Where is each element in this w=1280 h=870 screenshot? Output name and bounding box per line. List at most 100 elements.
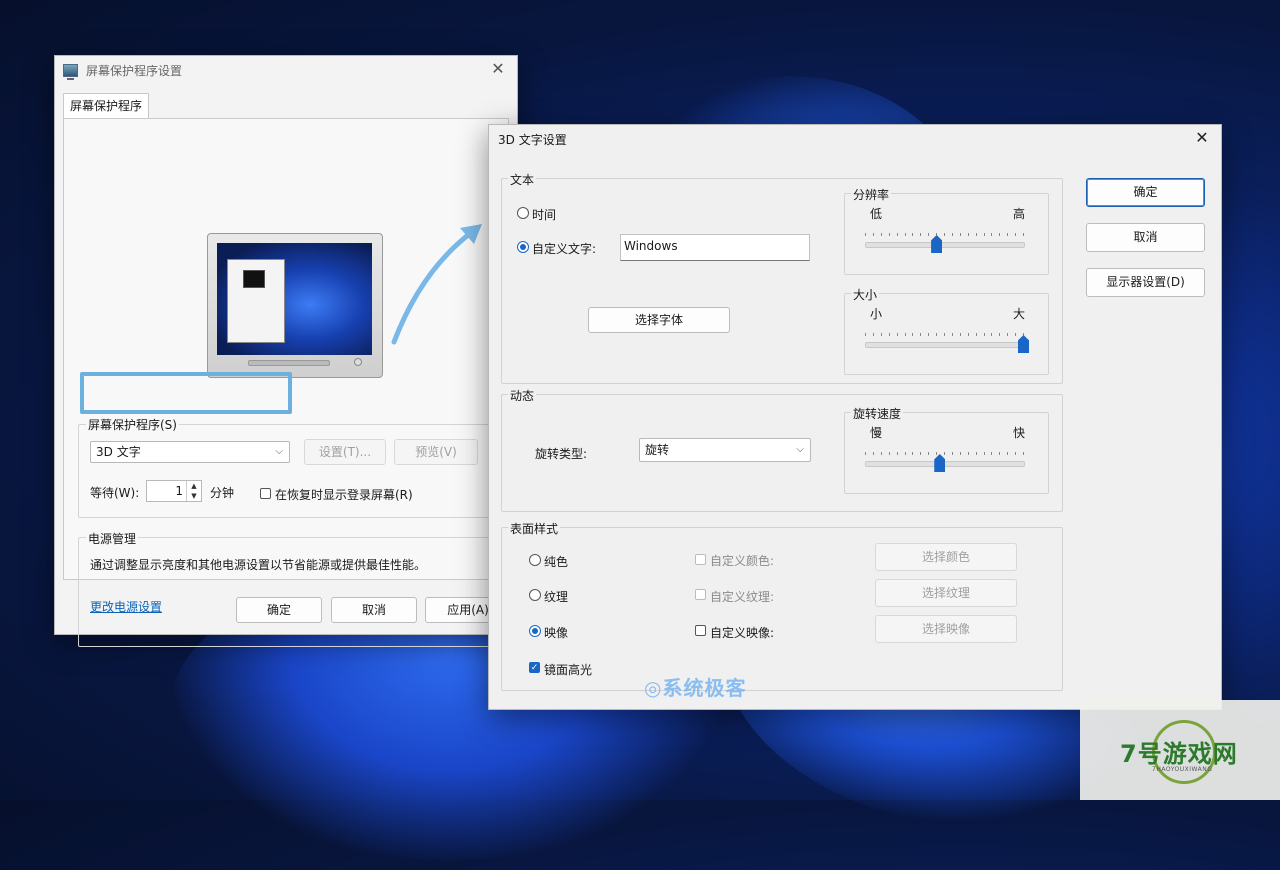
screensaver-select[interactable]: 3D 文字 ⌵	[90, 441, 290, 463]
change-power-settings-link[interactable]: 更改电源设置	[90, 598, 162, 615]
tab-strip: 屏幕保护程序	[63, 93, 150, 118]
slider-tick	[944, 333, 945, 336]
size-large-label: 大	[1013, 307, 1026, 321]
reflection-radio[interactable]	[529, 625, 541, 637]
slider-tick	[872, 233, 874, 236]
custom-texture-label: 自定义纹理:	[710, 590, 775, 604]
preview-button[interactable]: 预览(V)	[394, 439, 478, 465]
custom-color-label: 自定义颜色:	[710, 554, 775, 568]
highlight-box	[80, 372, 292, 414]
size-small-label: 小	[870, 307, 883, 321]
slider-tick	[944, 452, 945, 455]
surface-section-label: 表面样式	[508, 520, 561, 537]
mini-dialog-thumbnail	[227, 259, 285, 343]
slider-tick	[975, 233, 977, 236]
choose-reflection-button[interactable]: 选择映像	[875, 615, 1017, 643]
texture-radio[interactable]	[529, 589, 541, 601]
slider-tick	[959, 333, 961, 336]
corner-logo-subtext: 7HAOYOUXIWANG	[1152, 766, 1213, 773]
corner-logo-text: 7号游戏网	[1120, 740, 1238, 768]
power-description: 通过调整显示亮度和其他电源设置以节省能源或提供最佳性能。	[90, 558, 427, 572]
slider-tick	[1023, 452, 1024, 455]
slider-tick	[904, 333, 906, 336]
solid-radio[interactable]	[529, 554, 541, 566]
size-slider[interactable]	[865, 342, 1025, 348]
slider-tick	[983, 333, 985, 336]
slider-tick	[936, 333, 938, 336]
monitor-icon	[63, 63, 78, 80]
slider-tick	[1023, 233, 1024, 236]
swirl-icon: ◎	[644, 676, 663, 700]
spinner-buttons: ▲ ▼	[186, 481, 201, 501]
slider-tick	[991, 452, 993, 455]
select-value: 3D 文字	[96, 445, 141, 459]
specular-checkbox[interactable]: ✓	[529, 662, 540, 673]
slider-tick	[999, 233, 1001, 236]
rotation-type-select[interactable]: 旋转 ⌵	[639, 438, 811, 462]
wait-value: 1	[175, 484, 183, 498]
custom-text-radio[interactable]	[517, 241, 529, 253]
custom-text-radio-label: 自定义文字:	[532, 242, 597, 256]
resolution-high-label: 高	[1013, 207, 1026, 221]
close-icon[interactable]: ✕	[1193, 129, 1211, 147]
ok-button[interactable]: 确定	[236, 597, 322, 623]
resolution-slider[interactable]	[865, 242, 1025, 248]
slider-tick	[872, 333, 874, 336]
choose-font-button[interactable]: 选择字体	[588, 307, 730, 333]
resolution-low-label: 低	[870, 207, 883, 221]
slider-tick	[928, 233, 930, 236]
spin-up-icon[interactable]: ▲	[187, 481, 201, 491]
slider-tick	[1015, 233, 1017, 236]
slider-tick	[967, 233, 969, 236]
custom-color-checkbox[interactable]	[695, 554, 706, 565]
close-icon[interactable]: ✕	[489, 60, 507, 78]
texture-radio-label: 纹理	[544, 590, 569, 604]
resume-checkbox-label: 在恢复时显示登录屏幕(R)	[275, 488, 413, 502]
chevron-down-icon: ⌵	[275, 446, 283, 457]
choose-texture-button[interactable]: 选择纹理	[875, 579, 1017, 607]
choose-color-button[interactable]: 选择颜色	[875, 543, 1017, 571]
wait-label: 等待(W):	[90, 486, 140, 500]
slider-tick	[936, 452, 938, 455]
cancel-button[interactable]: 取消	[331, 597, 417, 623]
display-settings-button[interactable]: 显示器设置(D)	[1086, 268, 1205, 297]
slider-tick	[991, 333, 993, 336]
slider-tick	[920, 233, 922, 236]
slider-tick	[888, 452, 890, 455]
power-group	[78, 537, 500, 647]
slider-tick	[880, 233, 882, 236]
time-radio-label: 时间	[532, 208, 557, 222]
window-title: 屏幕保护程序设置	[86, 63, 183, 78]
slider-tick	[967, 333, 969, 336]
custom-texture-checkbox[interactable]	[695, 589, 706, 600]
corner-logo: 7号游戏网 7HAOYOUXIWANG	[1080, 700, 1280, 800]
slider-tick	[975, 452, 977, 455]
slider-tick	[896, 333, 898, 336]
spin-down-icon[interactable]: ▼	[187, 491, 201, 501]
cancel-button[interactable]: 取消	[1086, 223, 1205, 252]
wait-spinner[interactable]: 1 ▲ ▼	[146, 480, 202, 502]
text3d-settings-window: 3D 文字设置 ✕ 文本 时间 自定义文字: Windows 选择字体 分辨率 …	[488, 124, 1222, 710]
slider-tick	[912, 233, 914, 236]
slider-tick	[896, 233, 898, 236]
time-radio[interactable]	[517, 207, 529, 219]
slider-tick	[865, 333, 866, 336]
slider-tick	[928, 333, 930, 336]
slider-tick	[865, 452, 866, 455]
slider-tick	[872, 452, 874, 455]
motion-section-label: 动态	[508, 387, 537, 404]
slider-tick	[896, 452, 898, 455]
resume-checkbox[interactable]	[260, 488, 271, 499]
custom-reflection-checkbox[interactable]	[695, 625, 706, 636]
site-watermark: ◎系统极客	[644, 672, 746, 701]
slider-tick	[928, 452, 930, 455]
tab-screensaver[interactable]: 屏幕保护程序	[63, 93, 150, 118]
slider-tick	[904, 233, 906, 236]
custom-text-input[interactable]: Windows	[620, 234, 810, 261]
mini-preview-box	[243, 270, 265, 288]
slider-tick	[888, 333, 890, 336]
ok-button[interactable]: 确定	[1086, 178, 1205, 207]
slider-tick	[1007, 333, 1009, 336]
solid-radio-label: 纯色	[544, 555, 569, 569]
settings-button[interactable]: 设置(T)...	[304, 439, 386, 465]
